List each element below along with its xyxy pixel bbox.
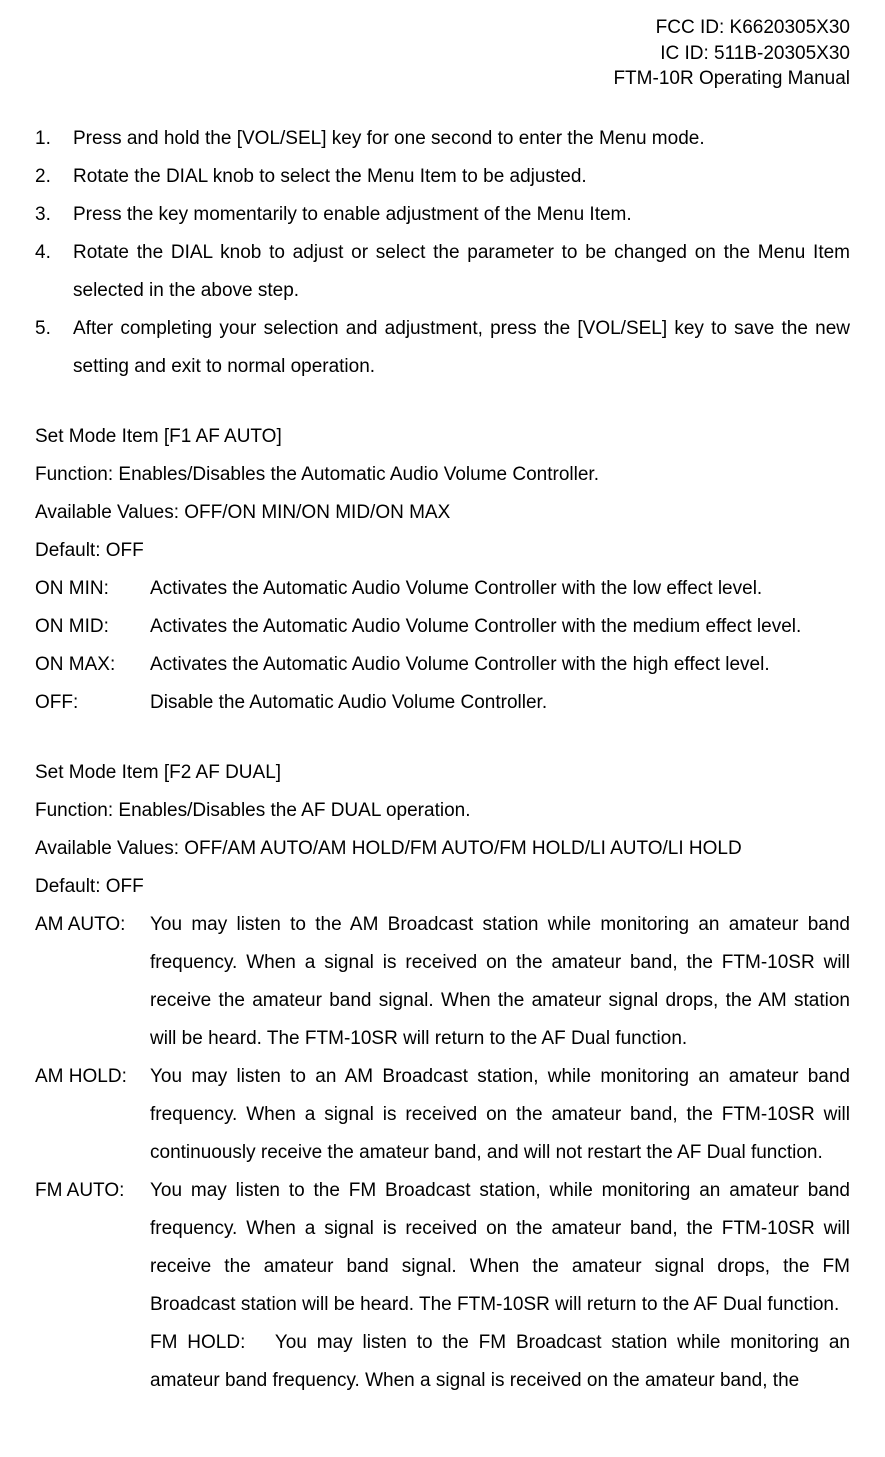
definition-row: ON MID: Activates the Automatic Audio Vo… [35, 608, 850, 646]
f1-available: Available Values: OFF/ON MIN/ON MID/ON M… [35, 494, 850, 532]
def-text: You may listen to the AM Broadcast stati… [150, 906, 850, 1058]
list-item: 1. Press and hold the [VOL/SEL] key for … [35, 120, 850, 158]
f2-title: Set Mode Item [F2 AF DUAL] [35, 754, 850, 792]
def-label-empty [35, 1324, 150, 1400]
def-label: AM AUTO: [35, 906, 150, 1058]
definition-row: ON MAX: Activates the Automatic Audio Vo… [35, 646, 850, 684]
item-text: After completing your selection and adju… [73, 310, 850, 386]
def-text: Activates the Automatic Audio Volume Con… [150, 646, 850, 684]
page-content: 1. Press and hold the [VOL/SEL] key for … [35, 120, 850, 1400]
item-number: 2. [35, 158, 73, 196]
fm-hold-label: FM HOLD: [150, 1332, 245, 1353]
list-item: 4. Rotate the DIAL knob to adjust or sel… [35, 234, 850, 310]
numbered-instructions: 1. Press and hold the [VOL/SEL] key for … [35, 120, 850, 386]
def-text: You may listen to the FM Broadcast stati… [150, 1172, 850, 1324]
def-label: ON MID: [35, 608, 150, 646]
f1-title: Set Mode Item [F1 AF AUTO] [35, 418, 850, 456]
def-text: Disable the Automatic Audio Volume Contr… [150, 684, 850, 722]
list-item: 5. After completing your selection and a… [35, 310, 850, 386]
item-number: 4. [35, 234, 73, 310]
fm-hold-text: You may listen to the FM Broadcast stati… [150, 1332, 850, 1391]
ic-id: IC ID: 511B-20305X30 [35, 41, 850, 67]
definition-row: AM HOLD: You may listen to an AM Broadca… [35, 1058, 850, 1172]
item-number: 5. [35, 310, 73, 386]
page-header: FCC ID: K6620305X30 IC ID: 511B-20305X30… [35, 15, 850, 92]
def-label: AM HOLD: [35, 1058, 150, 1172]
manual-title: FTM-10R Operating Manual [35, 66, 850, 92]
def-text: Activates the Automatic Audio Volume Con… [150, 608, 850, 646]
def-label: ON MIN: [35, 570, 150, 608]
definition-row: ON MIN: Activates the Automatic Audio Vo… [35, 570, 850, 608]
def-text: Activates the Automatic Audio Volume Con… [150, 570, 850, 608]
definition-row: AM AUTO: You may listen to the AM Broadc… [35, 906, 850, 1058]
item-text: Rotate the DIAL knob to adjust or select… [73, 234, 850, 310]
definition-row: FM AUTO: You may listen to the FM Broadc… [35, 1172, 850, 1324]
f1-default: Default: OFF [35, 532, 850, 570]
item-text: Rotate the DIAL knob to select the Menu … [73, 158, 850, 196]
list-item: 3. Press the key momentarily to enable a… [35, 196, 850, 234]
def-text: You may listen to an AM Broadcast statio… [150, 1058, 850, 1172]
f2-available: Available Values: OFF/AM AUTO/AM HOLD/FM… [35, 830, 850, 868]
fcc-id: FCC ID: K6620305X30 [35, 15, 850, 41]
item-number: 1. [35, 120, 73, 158]
section-f1: Set Mode Item [F1 AF AUTO] Function: Ena… [35, 418, 850, 722]
f1-function: Function: Enables/Disables the Automatic… [35, 456, 850, 494]
item-number: 3. [35, 196, 73, 234]
list-item: 2. Rotate the DIAL knob to select the Me… [35, 158, 850, 196]
item-text: Press and hold the [VOL/SEL] key for one… [73, 120, 850, 158]
def-label: OFF: [35, 684, 150, 722]
fm-hold-block: FM HOLD: You may listen to the FM Broadc… [150, 1324, 850, 1400]
f2-function: Function: Enables/Disables the AF DUAL o… [35, 792, 850, 830]
def-label: FM AUTO: [35, 1172, 150, 1324]
def-label: ON MAX: [35, 646, 150, 684]
item-text: Press the key momentarily to enable adju… [73, 196, 850, 234]
definition-row: OFF: Disable the Automatic Audio Volume … [35, 684, 850, 722]
f2-default: Default: OFF [35, 868, 850, 906]
definition-row: FM HOLD: You may listen to the FM Broadc… [35, 1324, 850, 1400]
section-f2: Set Mode Item [F2 AF DUAL] Function: Ena… [35, 754, 850, 1400]
